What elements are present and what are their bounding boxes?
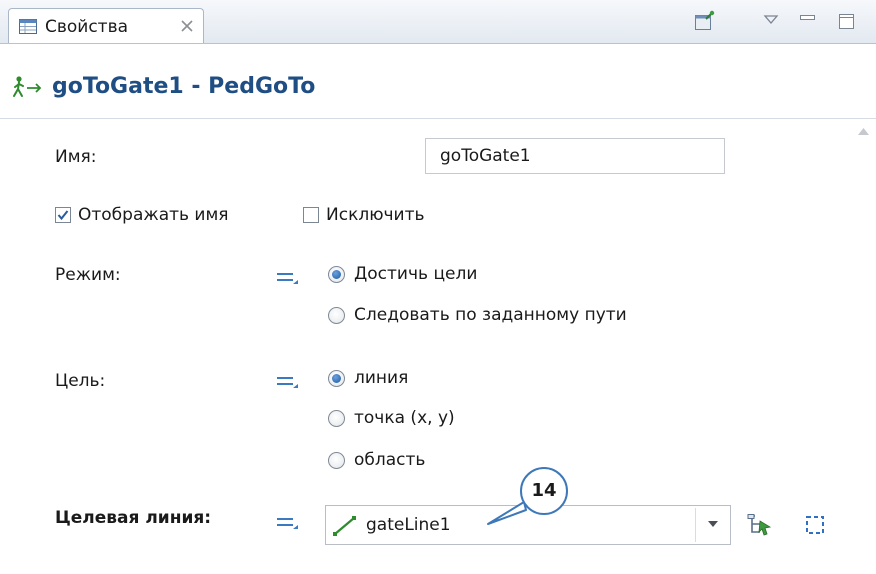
vertical-scrollbar[interactable]: [850, 119, 876, 574]
target-option-point[interactable]: точка (x, y): [354, 408, 455, 428]
check-icon: [57, 210, 69, 221]
line-icon: [333, 516, 356, 536]
minimize-icon[interactable]: [797, 10, 819, 32]
show-name-checkbox[interactable]: [55, 207, 71, 223]
select-in-model-icon[interactable]: [746, 513, 772, 537]
mode-reach-target-radio[interactable]: [328, 266, 345, 283]
view-tab-bar: Свойства: [0, 0, 876, 44]
mode-follow-path-radio[interactable]: [328, 307, 345, 324]
view-menu-icon[interactable]: [761, 10, 783, 32]
chevron-down-icon[interactable]: [708, 521, 718, 528]
name-field[interactable]: [425, 138, 725, 174]
combobox-divider: [695, 508, 696, 542]
close-icon[interactable]: [180, 19, 194, 33]
properties-title-bar: goToGate1 - PedGoTo: [0, 66, 876, 119]
target-line-radio[interactable]: [328, 370, 345, 387]
properties-table-icon: [19, 19, 37, 34]
static-value-icon[interactable]: [275, 269, 301, 287]
static-value-icon[interactable]: [275, 373, 301, 391]
static-value-icon[interactable]: [275, 514, 301, 532]
target-option-area[interactable]: область: [354, 450, 425, 470]
callout-badge: 14: [520, 467, 568, 515]
callout-number: 14: [531, 480, 557, 501]
target-line-label: Целевая линия:: [55, 508, 212, 528]
tab-label: Свойства: [45, 17, 129, 37]
show-name-label[interactable]: Отображать имя: [78, 205, 229, 225]
target-option-line[interactable]: линия: [354, 368, 408, 388]
name-label: Имя:: [55, 147, 97, 167]
target-line-value: gateLine1: [366, 515, 451, 535]
mode-label: Режим:: [55, 265, 121, 285]
mode-option-follow-path[interactable]: Следовать по заданному пути: [354, 305, 627, 325]
page-title: goToGate1 - PedGoTo: [52, 74, 316, 99]
exclude-checkbox[interactable]: [303, 207, 319, 223]
target-label: Цель:: [55, 371, 106, 391]
select-area-icon[interactable]: [804, 514, 826, 536]
tab-properties[interactable]: Свойства: [8, 8, 204, 43]
pin-icon[interactable]: [693, 10, 715, 32]
exclude-label[interactable]: Исключить: [326, 205, 425, 225]
pedestrian-goto-icon: [13, 76, 42, 97]
scroll-up-icon[interactable]: [858, 127, 869, 135]
target-area-radio[interactable]: [328, 452, 345, 469]
maximize-icon[interactable]: [836, 10, 858, 32]
mode-option-reach-target[interactable]: Достичь цели: [354, 264, 477, 284]
target-point-radio[interactable]: [328, 410, 345, 427]
